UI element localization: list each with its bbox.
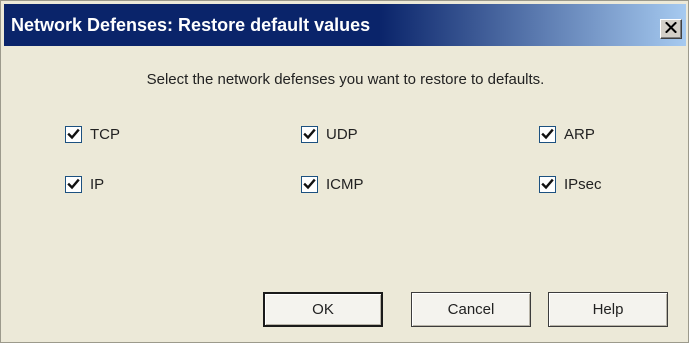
- checkbox-udp[interactable]: UDP: [301, 124, 358, 144]
- checkbox-ip[interactable]: IP: [65, 174, 104, 194]
- dialog-title: Network Defenses: Restore default values: [11, 15, 371, 35]
- checkbox-udp-label: UDP: [326, 125, 358, 143]
- close-icon: [665, 20, 677, 38]
- checkbox-ip-box[interactable]: [65, 175, 82, 193]
- checkbox-ipsec-label: IPsec: [564, 175, 602, 193]
- restore-defaults-dialog: Network Defenses: Restore default values…: [0, 0, 689, 343]
- checkbox-tcp-box[interactable]: [65, 125, 82, 143]
- checkbox-arp-box[interactable]: [539, 125, 556, 143]
- checkbox-ipsec[interactable]: IPsec: [539, 174, 602, 194]
- checkbox-tcp-label: TCP: [90, 125, 120, 143]
- checkbox-icmp[interactable]: ICMP: [301, 174, 364, 194]
- checkbox-arp[interactable]: ARP: [539, 124, 595, 144]
- checkbox-icmp-label: ICMP: [326, 175, 364, 193]
- help-button[interactable]: Help: [548, 292, 668, 327]
- checkbox-udp-box[interactable]: [301, 125, 318, 143]
- checkbox-ipsec-box[interactable]: [539, 175, 556, 193]
- instruction-text: Select the network defenses you want to …: [146, 71, 545, 88]
- close-button[interactable]: [660, 19, 682, 39]
- ok-button[interactable]: OK: [263, 292, 383, 327]
- cancel-button[interactable]: Cancel: [411, 292, 531, 327]
- checkbox-icmp-box[interactable]: [301, 175, 318, 193]
- checkbox-tcp[interactable]: TCP: [65, 124, 120, 144]
- title-bar: Network Defenses: Restore default values: [4, 4, 686, 46]
- checkbox-arp-label: ARP: [564, 125, 595, 143]
- checkbox-ip-label: IP: [90, 175, 105, 193]
